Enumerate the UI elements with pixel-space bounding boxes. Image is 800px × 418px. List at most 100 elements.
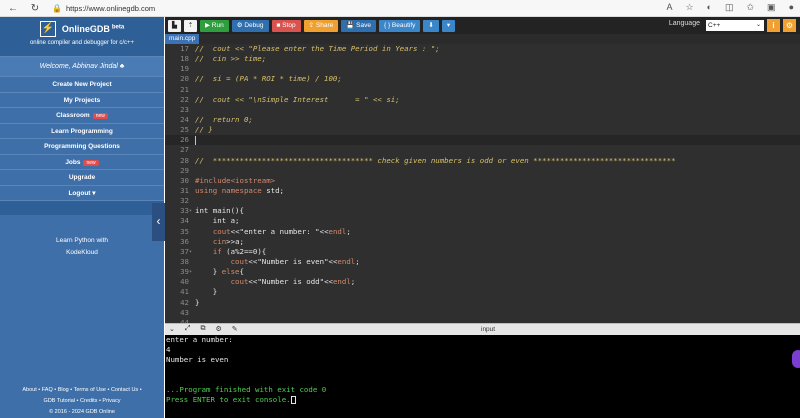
io-title: input [481,326,496,333]
upload-icon[interactable]: ⇡ [184,19,197,32]
debug-button[interactable]: ⚙ Debug [231,19,269,32]
code-line[interactable]: 39 ▾ } else{ [165,267,800,277]
console-output[interactable]: enter a number: 4 Number is even ...Program… [165,335,800,418]
code-line[interactable]: 25 // } [165,125,800,135]
code-line[interactable]: 43 [165,308,800,318]
beautify-button[interactable]: { } Beautify [378,19,421,32]
sidebar-item-upgrade[interactable]: Upgrade [0,170,164,186]
line-number: 38 [180,256,189,266]
sidebar-item-learn-programming[interactable]: Learn Programming [0,124,164,139]
sidebar-item-label: Upgrade [68,174,96,181]
logo-text: OnlineGDB [61,24,110,34]
sidebar-item-my-projects[interactable]: My Projects [0,93,164,108]
scroll-handle[interactable] [792,350,800,368]
copy-icon[interactable]: ⧉ [200,325,205,333]
logo-area[interactable]: ⚡ OnlineGDB beta online compiler and deb… [0,17,164,57]
code-editor[interactable]: 17 // cout << "Please enter the Time Peri… [165,44,800,323]
language-select[interactable]: C++ ⌄ [706,20,764,31]
file-tab[interactable]: main.cpp [165,34,200,44]
extensions-icon[interactable]: ◐ [707,2,712,13]
code-line[interactable]: 30 #include<iostream> [165,176,800,186]
code-line[interactable]: 36 cin>>a; [165,237,800,247]
lock-icon[interactable]: 🔒 [52,4,62,13]
sidebar-item-programming-questions[interactable]: Programming Questions [0,139,164,155]
back-arrow-icon[interactable]: ← [6,3,20,14]
line-number: 22 [180,94,189,104]
welcome-text: Welcome, Abhinav Jindal ♣ [0,57,164,77]
code-line[interactable]: 26 [165,135,800,146]
sidebar-item-logout[interactable]: Logout ▾ [0,186,164,201]
address-bar[interactable]: https://www.onlinegdb.com [66,4,155,13]
footer-links-1[interactable]: About • FAQ • Blog • Terms of Use • Cont… [0,385,164,396]
code-line[interactable]: 19 [165,64,800,74]
read-aloud-icon[interactable]: A [666,2,672,13]
promo-link[interactable]: Learn Python with KodeKloud [0,235,164,259]
clear-icon[interactable]: ✎ [232,325,238,333]
split-screen-icon[interactable]: ◫ [725,2,734,13]
refresh-icon[interactable]: ↻ [28,3,42,14]
download-button[interactable]: ⬇ [423,19,439,32]
new-file-icon[interactable]: ▙ [168,19,181,32]
share-button[interactable]: ⇪ Share [303,19,339,32]
stop-button[interactable]: ■ Stop [271,19,301,32]
line-number: 41 [180,287,189,297]
profile-icon[interactable]: ● [789,2,794,13]
console-line: Number is even [166,355,229,364]
code-text: cin>>a; [212,236,244,246]
language-value: C++ [708,22,721,29]
code-line[interactable]: 37 ▾ if (a%2==0){ [165,247,800,257]
code-line[interactable]: 22 // cout << "\nSimple Interest = " << s… [165,95,800,105]
sidebar-item-create-new-project[interactable]: Create New Project [0,77,164,93]
code-line[interactable]: 24 // return 0; [165,115,800,125]
code-line[interactable]: 42} [165,298,800,308]
console-line: ...Program finished with exit code 0 [166,385,327,394]
code-line[interactable]: 35 cout<<"enter a number: "<<endl; [165,227,800,237]
code-line[interactable]: 17 // cout << "Please enter the Time Peri… [165,44,800,54]
favorite-star-icon[interactable]: ☆ [685,2,693,13]
code-line[interactable]: 34 int a; [165,216,800,226]
collections-icon[interactable]: ▣ [767,2,776,13]
sidebar-item-label: Jobs [65,158,81,166]
promo-line1: Learn Python with [55,237,109,244]
line-number: 17 [180,44,189,53]
language-label: Language [668,20,700,27]
code-line[interactable]: 38 cout<<"Number is even"<<endl; [165,257,800,267]
footer-links-2[interactable]: GDB Tutorial • Credits • Privacy [0,396,164,407]
sidebar-item-classroom[interactable]: Classroom new [0,108,164,124]
sidebar-collapse-button[interactable]: ‹ [152,203,165,241]
code-line[interactable]: 33 ▾ int main(){ [165,206,800,216]
chevron-down-icon[interactable]: ⌄ [169,325,175,333]
sidebar-item-label: My Projects [63,96,101,104]
line-number: 28 [180,155,189,165]
code-line[interactable]: 32 [165,196,800,206]
line-number: 30 [180,175,189,185]
menu-divider [0,201,164,215]
code-line[interactable]: 23 [165,105,800,115]
run-button[interactable]: ▶ Run [200,19,229,32]
code-line[interactable]: 29 [165,166,800,176]
console-line: enter a number: [166,335,233,344]
code-line[interactable]: 20 // si = (PA * ROI * time) / 100; [165,74,800,84]
gear-icon[interactable]: ⚙ [783,19,796,32]
line-number: 43 [180,307,189,317]
favorites-icon[interactable]: ✩ [747,2,755,13]
line-number: 34 [180,216,189,226]
code-line[interactable]: 31 using namespace std; [165,186,800,196]
chevron-down-icon: ⌄ [755,22,761,28]
save-button[interactable]: 💾 Save [341,19,376,32]
code-line[interactable]: 40 cout<<"Number is odd"<<endl; [165,277,800,287]
download-menu-button[interactable]: ▾ [441,19,456,32]
code-line[interactable]: 18 // cin >> time; [165,54,800,64]
sidebar-item-jobs[interactable]: Jobs new [0,155,164,170]
gear-icon[interactable]: ⚙ [215,325,221,333]
expand-icon[interactable]: ⤢ [185,325,191,333]
footer-copyright: © 2016 - 2024 GDB Online [49,409,115,415]
io-bar: ⌄ ⤢ ⧉ ⚙ ✎ input [165,323,800,335]
code-line[interactable]: 41 } [165,287,800,297]
code-text: // ************************************ … [195,155,676,165]
code-line[interactable]: 28 // ***********************************… [165,156,800,166]
code-line[interactable]: 21 [165,85,800,95]
code-line[interactable]: 27 [165,145,800,155]
info-icon[interactable]: i [767,19,780,32]
